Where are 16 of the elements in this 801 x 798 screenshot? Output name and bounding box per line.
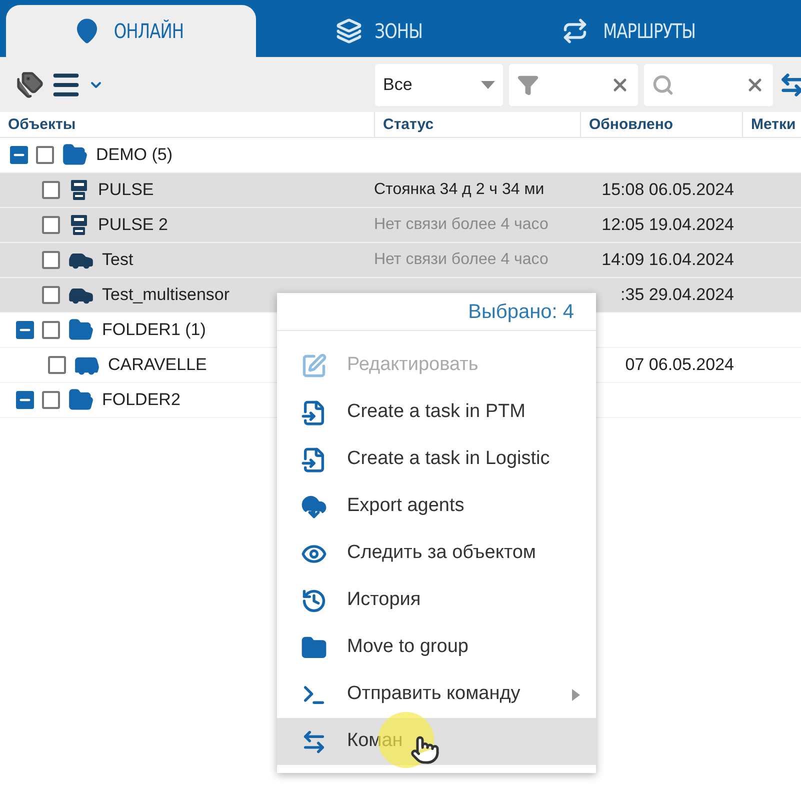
updated-time: 15:08 06.05.2024 — [602, 179, 734, 202]
object-name: FOLDER1 (1) — [102, 319, 206, 342]
status-text: Нет связи более 4 часо — [374, 215, 550, 235]
object-name: PULSE — [98, 179, 154, 202]
object-name: Test — [102, 249, 134, 272]
updated-time: :35 29.04.2024 — [620, 284, 734, 306]
updated-time: 07 06.05.2024 — [625, 354, 734, 376]
status-text: Нет связи более 4 часо — [374, 250, 550, 270]
object-name: PULSE 2 — [98, 214, 168, 236]
updated-time: 12:05 19.04.2024 — [602, 214, 734, 236]
status-text: Стоянка 34 д 2 ч 34 ми — [374, 180, 546, 200]
object-name: DEMO (5) — [96, 144, 172, 166]
object-name: CARAVELLE — [108, 354, 207, 376]
object-name: Test_multisensor — [102, 284, 230, 306]
object-name: FOLDER2 — [102, 389, 180, 412]
updated-time: 14:09 16.04.2024 — [602, 249, 734, 272]
